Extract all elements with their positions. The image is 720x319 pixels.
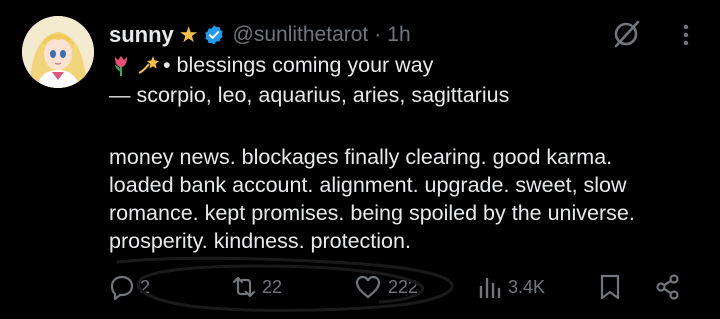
- reply-icon: [110, 275, 134, 301]
- views-chart-icon: [479, 277, 501, 299]
- share-icon: [656, 274, 679, 300]
- repost-icon: [232, 276, 256, 298]
- reply-button[interactable]: 2: [108, 272, 150, 302]
- post-line-1-text: • blessings coming your way: [163, 53, 434, 77]
- author-name[interactable]: sunny: [109, 22, 174, 48]
- grok-icon[interactable]: [611, 17, 643, 49]
- author-handle[interactable]: @sunlithetarot: [233, 23, 369, 47]
- post-line-3: money news. blockages finally clearing. …: [109, 145, 613, 169]
- like-count: 222: [388, 276, 419, 297]
- like-button[interactable]: 222: [354, 272, 418, 302]
- heart-icon: [355, 275, 381, 299]
- post-header: sunny ★ @sunlithetarot · 1h: [109, 18, 411, 52]
- share-button[interactable]: [654, 272, 682, 302]
- post-line-1: • blessings coming your way: [109, 51, 433, 79]
- action-bar: 2 22 222 3.4K: [0, 268, 720, 308]
- star-emoji-icon: ★: [178, 22, 199, 47]
- bookmark-icon: [600, 274, 620, 300]
- post-line-5: romance. kept promises. being spoiled by…: [109, 201, 635, 225]
- avatar-image: [22, 16, 94, 88]
- bookmark-button[interactable]: [596, 272, 624, 302]
- more-options-icon[interactable]: [676, 20, 696, 50]
- repost-count: 22: [262, 276, 283, 297]
- post-time[interactable]: 1h: [387, 23, 410, 47]
- tulip-emoji-icon: [109, 53, 133, 77]
- header-separator: ·: [374, 23, 382, 46]
- view-count: 3.4K: [508, 276, 546, 297]
- repost-button[interactable]: 22: [230, 272, 282, 302]
- post-line-6: prosperity. kindness. protection.: [109, 229, 411, 253]
- views-button[interactable]: 3.4K: [476, 272, 545, 302]
- verified-badge-icon[interactable]: [203, 24, 225, 46]
- post-line-2: — scorpio, leo, aquarius, aries, sagitta…: [109, 83, 510, 107]
- tweet[interactable]: sunny ★ @sunlithetarot · 1h • blessings …: [0, 0, 720, 319]
- post-line-4: loaded bank account. alignment. upgrade.…: [109, 173, 627, 197]
- dizzy-emoji-icon: [136, 53, 160, 77]
- avatar[interactable]: [22, 16, 94, 88]
- reply-count: 2: [140, 276, 151, 297]
